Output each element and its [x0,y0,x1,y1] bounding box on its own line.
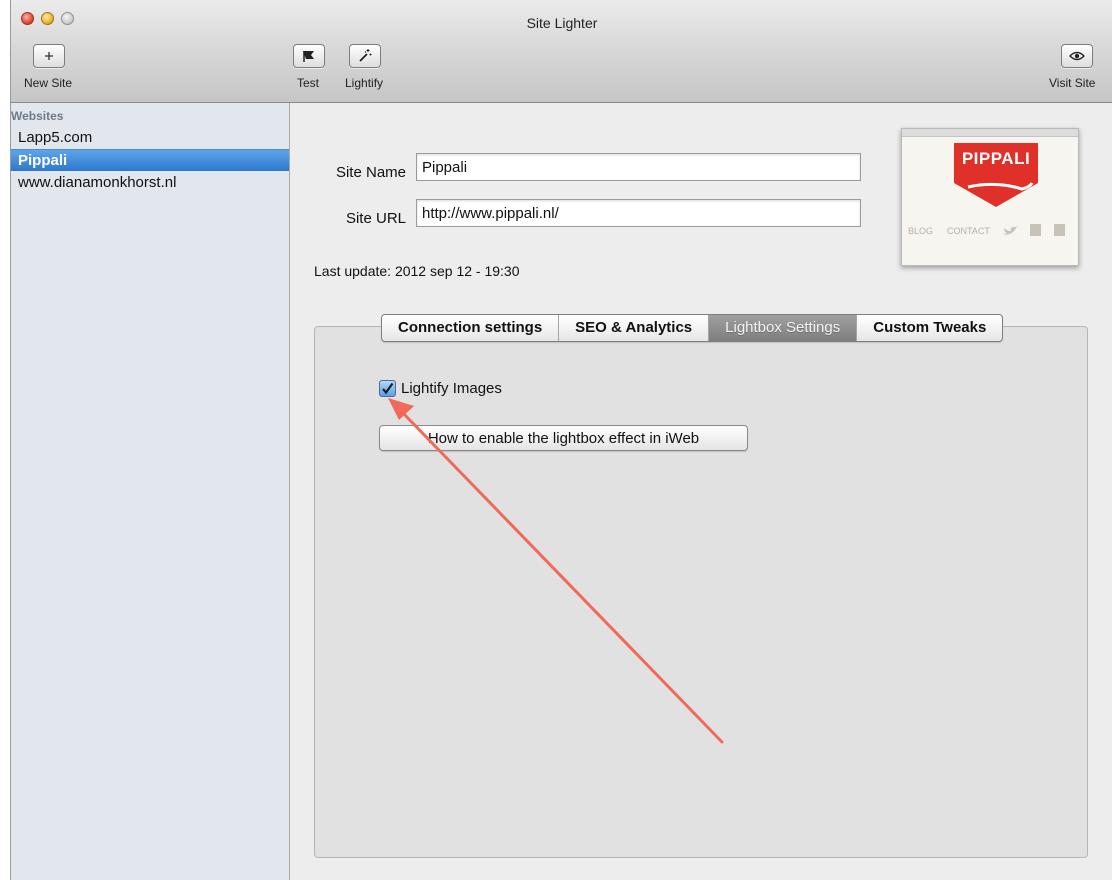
site-name-label: Site Name [335,164,406,181]
sidebar: Websites Lapp5.com Pippali www.dianamonk… [11,103,290,880]
lightify-button[interactable] [349,44,381,68]
title-toolbar: Site Lighter New Site Test Lightify Visi… [11,0,1112,103]
lightify-images-checkbox[interactable] [379,380,396,397]
plus-icon [45,52,53,60]
magic-wand-icon [359,49,372,62]
sidebar-header: Websites [11,109,64,123]
sidebar-item-pippali[interactable]: Pippali [11,149,289,171]
tab-lightbox-settings[interactable]: Lightbox Settings [709,315,858,341]
tab-connection-settings[interactable]: Connection settings [382,315,560,341]
new-site-button[interactable] [33,44,65,68]
app-window: Site Lighter New Site Test Lightify Visi… [10,0,1112,880]
sidebar-item-label: Pippali [18,152,68,169]
site-url-label: Site URL [345,210,406,227]
visit-site-button[interactable] [1061,44,1093,68]
window-title: Site Lighter [526,15,598,31]
social-icon [1054,224,1065,236]
twitter-bird-icon [1003,226,1017,235]
settings-tabs: Connection settings SEO & Analytics Ligh… [381,314,1004,342]
how-to-enable-lightbox-button[interactable]: How to enable the lightbox effect in iWe… [379,425,748,451]
sidebar-item-dianamonkhorst[interactable]: www.dianamonkhorst.nl [11,172,289,194]
new-site-label: New Site [24,76,73,90]
last-update-text: Last update: 2012 sep 12 - 19:30 [314,263,520,279]
test-label: Test [297,76,320,90]
site-preview-thumbnail[interactable]: PIPPALI BLOG CONTACT [901,128,1079,266]
thumbnail-nav-contact: CONTACT [947,226,990,236]
test-button[interactable] [293,44,325,68]
flag-icon [303,51,314,62]
checkmark-icon [382,382,394,395]
eye-icon [1069,51,1085,61]
lightify-label: Lightify [345,76,384,90]
thumbnail-nav-blog: BLOG [908,226,934,236]
tab-content-panel: Lightify Images How to enable the lightb… [314,326,1088,858]
visit-site-label: Visit Site [1049,76,1096,90]
sidebar-item-lapp5[interactable]: Lapp5.com [11,127,289,149]
site-detail-pane: Site Name Site URL Last update: 2012 sep… [290,103,1112,880]
site-url-input[interactable] [416,199,861,227]
thumbnail-brand: PIPPALI [961,149,1031,168]
facebook-icon [1030,224,1041,236]
site-name-input[interactable] [416,153,861,181]
sidebar-item-label: www.dianamonkhorst.nl [18,174,177,191]
tab-seo-analytics[interactable]: SEO & Analytics [559,315,710,341]
lightify-images-label: Lightify Images [401,380,502,397]
tab-custom-tweaks[interactable]: Custom Tweaks [857,315,1002,341]
sidebar-item-label: Lapp5.com [18,129,93,146]
